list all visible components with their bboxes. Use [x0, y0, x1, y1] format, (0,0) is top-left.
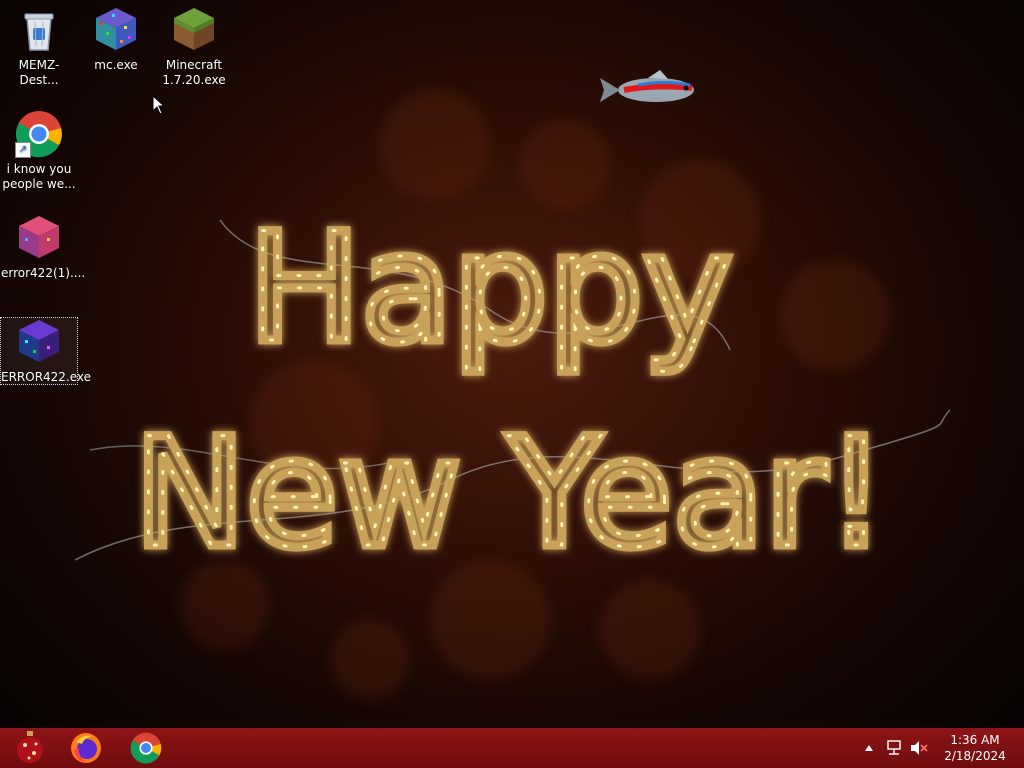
network-icon[interactable]	[886, 740, 904, 758]
chrome-shortcut-icon: ↗	[15, 110, 63, 158]
noise-cube-icon	[92, 6, 140, 54]
volume-muted-icon[interactable]	[910, 740, 928, 758]
ornament-icon	[17, 731, 43, 763]
grass-block-icon	[170, 6, 218, 54]
bokeh-light	[330, 620, 410, 700]
clock[interactable]: 1:36 AM 2/18/2024	[940, 732, 1010, 764]
clock-date: 2/18/2024	[944, 749, 1006, 763]
system-tray: 1:36 AM 2/18/2024	[864, 728, 1024, 768]
greeting-line-happy-lights: Happy	[248, 202, 732, 376]
desktop-icon-label: ERROR422.exe	[1, 370, 92, 384]
clock-time: 1:36 AM	[950, 733, 1000, 747]
firefox-icon	[71, 733, 101, 763]
desktop-icon-error422-1[interactable]: error422(1)....	[1, 214, 86, 281]
recycle-bin-icon	[15, 6, 63, 54]
desktop-icon-label: error422(1)....	[1, 266, 86, 280]
greeting-line-new-year-lights: New Year!	[134, 407, 887, 580]
chevron-up-icon[interactable]	[864, 740, 878, 756]
purple-cube-icon	[15, 318, 63, 366]
desktop-icon-mc-exe[interactable]: mc.exe	[78, 6, 154, 73]
taskbar-firefox[interactable]	[56, 728, 116, 768]
neon-tetra-fish-icon	[598, 68, 704, 116]
desktop-icon-label: Minecraft 1.7.20.exe	[162, 58, 226, 87]
bokeh-light	[600, 580, 700, 680]
desktop-icon-recycle-bin[interactable]: MEMZ-Dest...	[1, 6, 77, 88]
new-year-greeting: Happy Happy New Year! New Year!	[70, 198, 970, 586]
bokeh-light	[380, 90, 490, 200]
taskbar: 1:36 AM 2/18/2024	[0, 728, 1024, 768]
desktop-icon-label: i know you people we...	[2, 162, 76, 191]
desktop-icon-error422-exe[interactable]: ERROR422.exe	[0, 317, 92, 385]
desktop-icon-label: MEMZ-Dest...	[18, 58, 60, 87]
bokeh-light	[520, 120, 610, 210]
pink-cube-icon	[15, 214, 63, 262]
desktop-icon-minecraft[interactable]: Minecraft 1.7.20.exe	[156, 6, 232, 88]
desktop-icon-label: mc.exe	[94, 58, 138, 72]
desktop-icon-chrome-shortcut[interactable]: ↗ i know you people we...	[1, 110, 77, 192]
taskbar-chrome[interactable]	[116, 728, 176, 768]
shortcut-arrow-icon: ↗	[15, 142, 31, 158]
start-button[interactable]	[0, 728, 60, 768]
mouse-cursor-icon	[152, 94, 166, 119]
chrome-icon	[130, 732, 162, 764]
